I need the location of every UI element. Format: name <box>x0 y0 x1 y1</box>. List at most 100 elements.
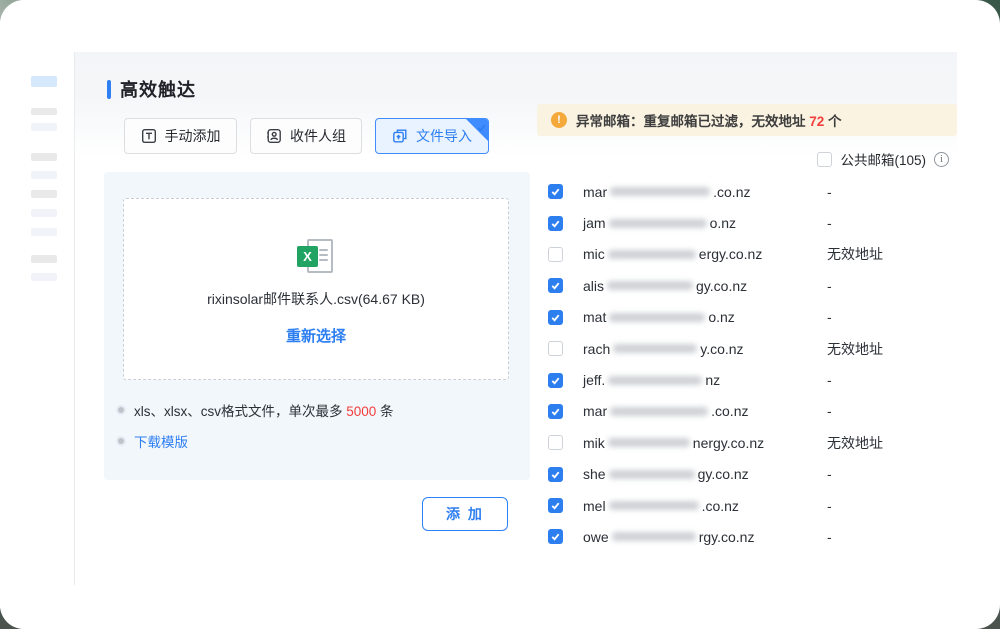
sidebar-item[interactable] <box>31 123 57 131</box>
add-button[interactable]: 添 加 <box>422 497 508 531</box>
excel-file-icon: X <box>297 239 335 275</box>
email-checkbox[interactable] <box>548 529 563 544</box>
email-address: micergy.co.nz <box>583 246 762 262</box>
tab-label: 文件导入 <box>416 126 472 146</box>
redacted-text <box>608 438 690 447</box>
template-hint: 下载模版 <box>116 431 188 451</box>
download-template-link[interactable]: 下载模版 <box>134 431 188 451</box>
title-accent-bar <box>107 80 111 99</box>
email-row: miknergy.co.nz 无效地址 <box>548 427 957 458</box>
sidebar-item[interactable] <box>31 209 57 217</box>
sidebar-item[interactable] <box>31 171 57 179</box>
email-checkbox[interactable] <box>548 184 563 199</box>
email-address: owergy.co.nz <box>583 529 754 545</box>
email-row: shegy.co.nz - <box>548 459 957 490</box>
bullet-icon <box>118 407 124 413</box>
warning-banner: ! 异常邮箱：重复邮箱已过滤，无效地址 72 个 <box>537 104 957 136</box>
email-row: jeff.nz - <box>548 364 957 395</box>
page-title-text: 高效触达 <box>120 76 196 102</box>
sidebar-item[interactable] <box>31 190 57 198</box>
email-address: mar.co.nz <box>583 184 750 200</box>
file-dropzone[interactable]: X rixinsolar邮件联系人.csv(64.67 KB) 重新选择 <box>123 198 509 380</box>
email-address: mato.nz <box>583 309 735 325</box>
email-row: micergy.co.nz 无效地址 <box>548 239 957 270</box>
email-address: mel.co.nz <box>583 498 739 514</box>
email-checkbox[interactable] <box>548 310 563 325</box>
selected-check-icon <box>476 120 487 131</box>
redacted-text <box>609 470 695 479</box>
uploaded-file-name: rixinsolar邮件联系人.csv(64.67 KB) <box>207 289 425 309</box>
redacted-text <box>608 376 702 385</box>
tab-label: 手动添加 <box>165 126 221 146</box>
email-list: mar.co.nz - jamo.nz - micergy.co.nz 无效地址… <box>548 176 957 553</box>
sidebar-item[interactable] <box>31 108 57 115</box>
format-hint-suffix: 条 <box>376 404 393 419</box>
format-hint-text: xls、xlsx、csv格式文件，单次最多 <box>134 404 346 419</box>
email-address: shegy.co.nz <box>583 466 749 482</box>
tab-file-import[interactable]: 文件导入 <box>375 118 489 154</box>
file-import-icon <box>392 128 408 144</box>
sidebar-item[interactable] <box>31 273 57 281</box>
email-address: miknergy.co.nz <box>583 435 764 451</box>
redacted-text <box>613 344 697 353</box>
email-checkbox[interactable] <box>548 341 563 356</box>
page-title: 高效触达 <box>107 76 196 102</box>
redacted-text <box>609 219 707 228</box>
invalid-count: 72 <box>809 114 824 129</box>
public-mailbox-checkbox[interactable] <box>817 152 832 167</box>
email-address: rachy.co.nz <box>583 341 744 357</box>
tab-recipient-group[interactable]: 收件人组 <box>250 118 362 154</box>
app-window: 高效触达 手动添加 收件人组 <box>0 0 1000 629</box>
email-status: - <box>827 372 832 388</box>
email-checkbox[interactable] <box>548 278 563 293</box>
email-row: mar.co.nz - <box>548 396 957 427</box>
email-row: owergy.co.nz - <box>548 521 957 552</box>
info-icon[interactable]: i <box>934 152 949 167</box>
sidebar-item[interactable] <box>31 255 57 263</box>
email-row: alisgy.co.nz - <box>548 270 957 301</box>
email-status: - <box>827 309 832 325</box>
email-status: - <box>827 403 832 419</box>
redacted-text <box>609 501 699 510</box>
email-address: alisgy.co.nz <box>583 278 747 294</box>
email-checkbox[interactable] <box>548 467 563 482</box>
email-status: 无效地址 <box>827 433 883 453</box>
email-checkbox[interactable] <box>548 498 563 513</box>
email-status: - <box>827 498 832 514</box>
redacted-text <box>610 187 710 196</box>
sidebar-item[interactable] <box>31 153 57 161</box>
email-row: mel.co.nz - <box>548 490 957 521</box>
reselect-file-link[interactable]: 重新选择 <box>286 325 346 346</box>
manual-add-icon <box>141 128 157 144</box>
tab-label: 收件人组 <box>290 126 346 146</box>
email-status: - <box>827 184 832 200</box>
format-hint: xls、xlsx、csv格式文件，单次最多 5000 条 <box>116 400 394 420</box>
email-row: jamo.nz - <box>548 207 957 238</box>
email-address: jamo.nz <box>583 215 736 231</box>
redacted-text <box>608 250 696 259</box>
tab-manual-add[interactable]: 手动添加 <box>124 118 237 154</box>
bullet-icon <box>118 438 124 444</box>
email-address: jeff.nz <box>583 372 720 388</box>
upload-panel: X rixinsolar邮件联系人.csv(64.67 KB) 重新选择 xls… <box>104 172 530 480</box>
warning-icon: ! <box>551 112 567 128</box>
email-status: - <box>827 466 832 482</box>
tab-bar: 手动添加 收件人组 文件导入 <box>124 118 489 154</box>
redacted-text <box>612 532 696 541</box>
email-row: rachy.co.nz 无效地址 <box>548 333 957 364</box>
sidebar-item-active[interactable] <box>31 76 57 87</box>
main-content: 高效触达 手动添加 收件人组 <box>75 52 957 585</box>
public-mailbox-label: 公共邮箱(105) <box>840 149 926 169</box>
email-checkbox[interactable] <box>548 404 563 419</box>
email-checkbox[interactable] <box>548 373 563 388</box>
recipient-group-icon <box>266 128 282 144</box>
redacted-text <box>610 407 708 416</box>
email-address: mar.co.nz <box>583 403 748 419</box>
email-checkbox[interactable] <box>548 247 563 262</box>
max-count: 5000 <box>346 404 376 419</box>
email-checkbox[interactable] <box>548 435 563 450</box>
sidebar-item[interactable] <box>31 228 57 236</box>
email-row: mato.nz - <box>548 302 957 333</box>
email-row: mar.co.nz - <box>548 176 957 207</box>
email-checkbox[interactable] <box>548 216 563 231</box>
